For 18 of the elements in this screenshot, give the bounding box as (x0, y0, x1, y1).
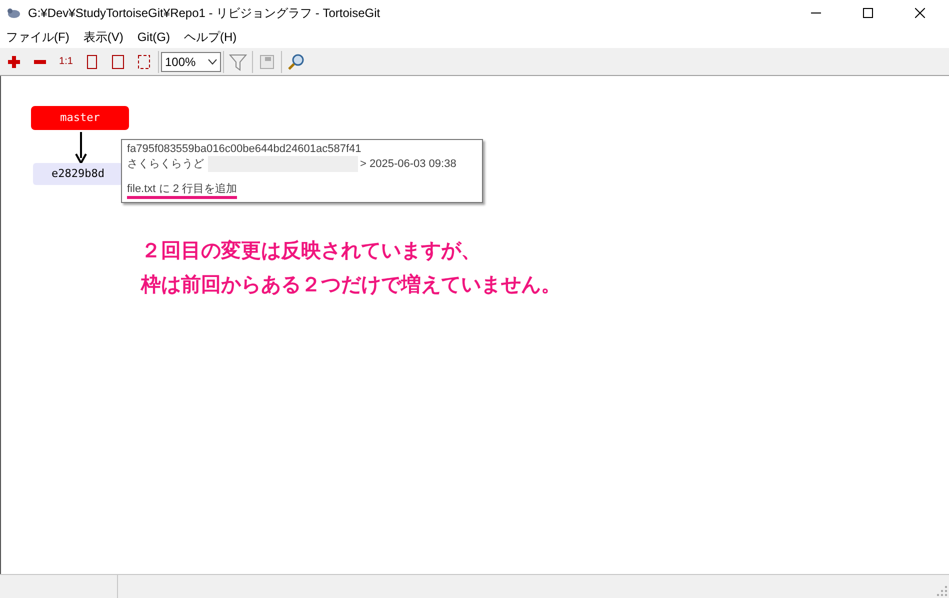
commit-hash: fa795f083559ba016c00be644bd24601ac587f41 (127, 142, 362, 156)
commit-date: > 2025-06-03 09:38 (360, 157, 456, 171)
author-name: さくらくらうど (127, 157, 204, 171)
annotation-text: 枠は前回からある２つだけで増えていません。 (141, 272, 561, 298)
actual-size-button[interactable]: 1:1 (54, 50, 78, 74)
menu-item[interactable]: ファイル(F) (6, 28, 70, 46)
menu-item[interactable]: 表示(V) (83, 28, 124, 46)
resize-grip-icon[interactable] (937, 586, 947, 596)
branch-label: master (31, 106, 129, 130)
window-title: G:¥Dev¥StudyTortoiseGit¥Repo1 - リビジョングラフ - TortoiseGit (28, 5, 380, 22)
zoom-dropdown[interactable]: 100% (161, 52, 221, 72)
commit-message: file.txt に 2 行目を追加 (127, 183, 238, 199)
menu-item[interactable]: Git(G) (137, 28, 170, 46)
commit-node[interactable]: e2829b8d (33, 163, 123, 185)
dropdown-caret-icon[interactable] (208, 58, 217, 64)
arrow-icon (75, 132, 87, 164)
menu-item[interactable]: ヘルプ(H) (184, 28, 237, 46)
annotation-text: ２回目の変更は反映されていますが、 (141, 238, 482, 264)
